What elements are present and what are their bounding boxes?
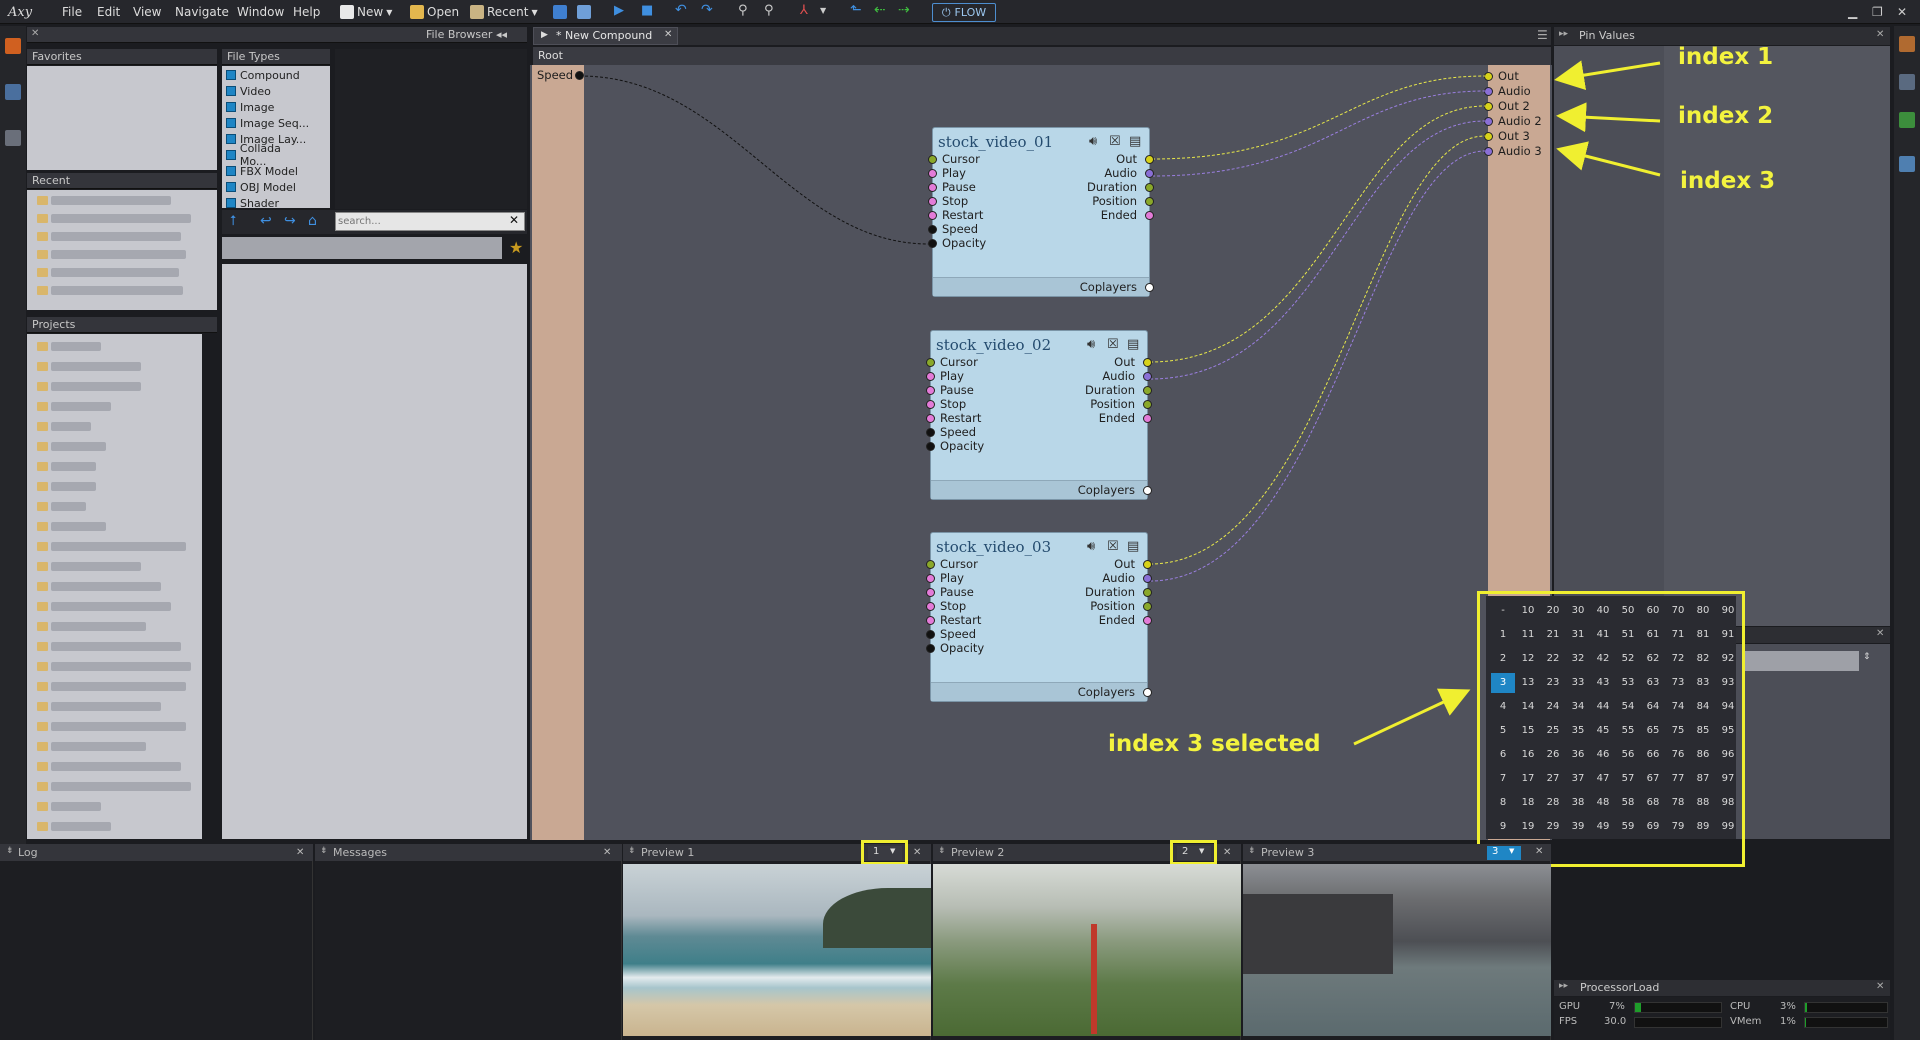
preview-3-index-value: 3 (1492, 846, 1499, 857)
processor-load-header: ▸▸ ProcessorLoad ✕ (1554, 980, 1890, 996)
preview-3-title: Preview 3 (1261, 846, 1315, 859)
preview-1-image (623, 864, 931, 1036)
hill-shape (823, 888, 931, 948)
gpu-meter (1634, 1002, 1722, 1013)
fps-meter (1634, 1017, 1722, 1028)
close-icon[interactable]: ✕ (913, 844, 921, 861)
messages-title: Messages (333, 846, 387, 859)
annotation-index-2: index 2 (1678, 103, 1774, 129)
vmem-meter (1804, 1017, 1888, 1028)
pin-icon[interactable]: ⇟ (628, 846, 636, 856)
log-header: Log ✕ (0, 844, 313, 861)
vmem-value: 1% (1780, 1016, 1796, 1027)
cpu-meter-fill (1805, 1003, 1808, 1012)
annotation-index-3: index 3 (1680, 168, 1776, 194)
tower-shape (1091, 924, 1097, 1034)
fps-label: FPS (1559, 1016, 1578, 1027)
vmem-label: VMem (1730, 1016, 1762, 1027)
messages-header: Messages ✕ (315, 844, 622, 861)
gpu-meter-fill (1635, 1003, 1642, 1012)
close-icon[interactable]: ✕ (296, 844, 304, 861)
annotation-index-3-selected: index 3 selected (1108, 731, 1321, 757)
city-shape (1243, 894, 1393, 974)
preview-3-image (1243, 864, 1551, 1036)
fps-value: 30.0 (1604, 1016, 1627, 1027)
annotation-index-1: index 1 (1678, 44, 1774, 70)
preview-2-title: Preview 2 (951, 846, 1005, 859)
gpu-label: GPU (1559, 1001, 1581, 1012)
preview-1-title: Preview 1 (641, 846, 695, 859)
log-title: Log (18, 846, 38, 859)
highlight-box-preview-2 (1170, 840, 1217, 865)
cpu-label: CPU (1730, 1001, 1751, 1012)
gpu-value: 7% (1609, 1001, 1625, 1012)
messages-panel (315, 844, 622, 1040)
close-icon[interactable]: ✕ (1535, 846, 1543, 857)
processor-load-title: ProcessorLoad (1580, 981, 1660, 994)
pin-icon[interactable]: ⇟ (320, 846, 328, 856)
pin-icon[interactable]: ⇟ (938, 846, 946, 856)
close-icon[interactable]: ✕ (1223, 844, 1231, 861)
close-icon[interactable]: ✕ (1876, 981, 1884, 992)
preview-3-index-select[interactable]: 3 ▼ (1487, 846, 1521, 860)
close-icon[interactable]: ✕ (603, 844, 611, 861)
vmem-meter-fill (1805, 1018, 1806, 1027)
cpu-meter (1804, 1002, 1888, 1013)
processor-load-panel: GPU 7% FPS 30.0 CPU 3% VMem 1% (1554, 997, 1890, 1040)
cpu-value: 3% (1780, 1001, 1796, 1012)
highlight-box-index-grid (1477, 591, 1745, 867)
log-panel (0, 844, 313, 1040)
highlight-box-preview-1 (861, 840, 908, 865)
preview-2-image (933, 864, 1241, 1036)
expand-icon[interactable]: ▸▸ (1559, 981, 1568, 991)
chevron-down-icon: ▼ (1509, 847, 1515, 855)
pin-icon[interactable]: ⇟ (1248, 846, 1256, 856)
pin-icon[interactable]: ⇟ (6, 846, 14, 856)
